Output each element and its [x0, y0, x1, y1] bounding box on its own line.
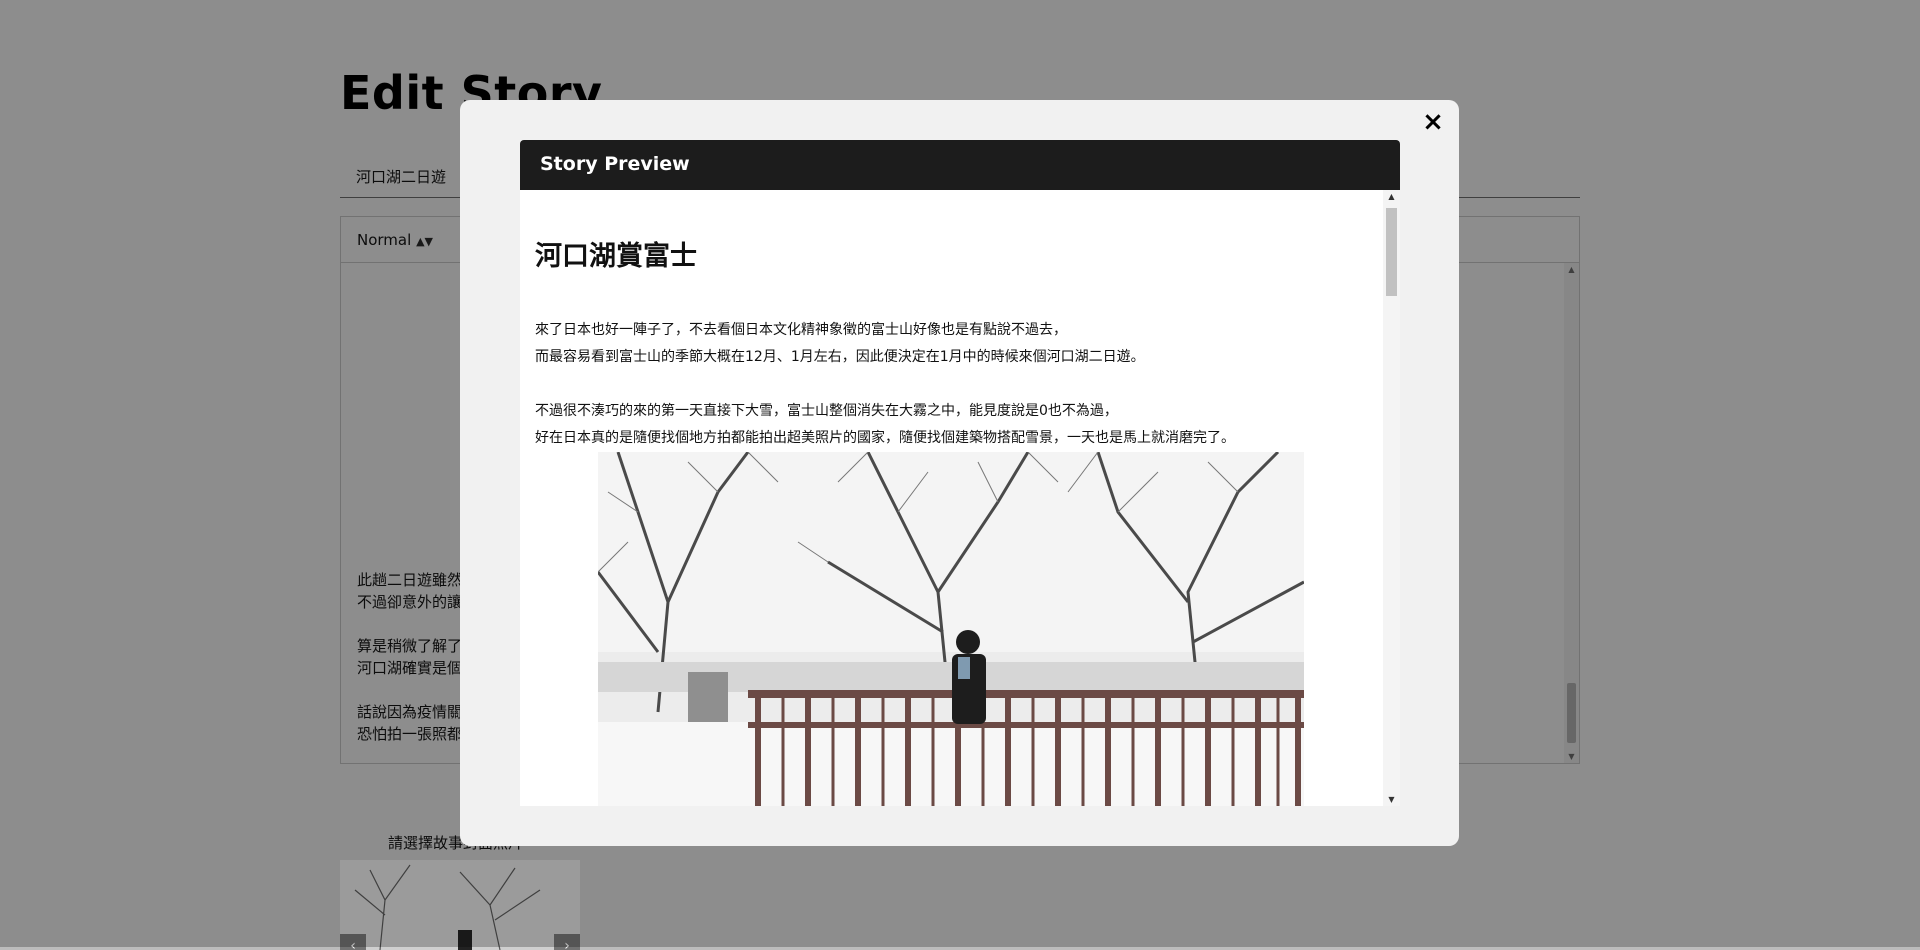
- story-paragraph: 好在日本真的是隨便找個地方拍都能拍出超美照片的國家，隨便找個建築物搭配雪景，一天…: [535, 430, 1235, 446]
- story-preview-modal: × Story Preview 河口湖賞富士 來了日本也好一陣子了，不去看個日本…: [460, 100, 1459, 846]
- close-icon[interactable]: ×: [1419, 108, 1447, 136]
- preview-scrollbar[interactable]: ▲ ▼: [1383, 190, 1400, 806]
- preview-header: Story Preview: [520, 140, 1400, 190]
- story-paragraph: 而最容易看到富士山的季節大概在12月、1月左右，因此便決定在1月中的時候來個河口…: [535, 349, 1145, 365]
- scroll-down-icon[interactable]: ▼: [1383, 795, 1400, 804]
- story-photo: [598, 452, 1304, 806]
- preview-body: 河口湖賞富士 來了日本也好一陣子了，不去看個日本文化精神象徵的富士山好像也是有點…: [520, 190, 1400, 806]
- scrollbar-thumb[interactable]: [1386, 208, 1397, 296]
- story-heading: 河口湖賞富士: [535, 241, 697, 272]
- snow-bridge-photo-image: [598, 452, 1304, 806]
- preview-content: 河口湖賞富士 來了日本也好一陣子了，不去看個日本文化精神象徵的富士山好像也是有點…: [535, 234, 1365, 452]
- story-paragraph: 來了日本也好一陣子了，不去看個日本文化精神象徵的富士山好像也是有點說不過去，: [535, 322, 1067, 338]
- paragraph-break: [535, 371, 1365, 398]
- story-paragraph: 不過很不湊巧的來的第一天直接下大雪，富士山整個消失在大霧之中，能見度說是0也不為…: [535, 403, 1118, 419]
- scroll-up-icon[interactable]: ▲: [1383, 192, 1400, 201]
